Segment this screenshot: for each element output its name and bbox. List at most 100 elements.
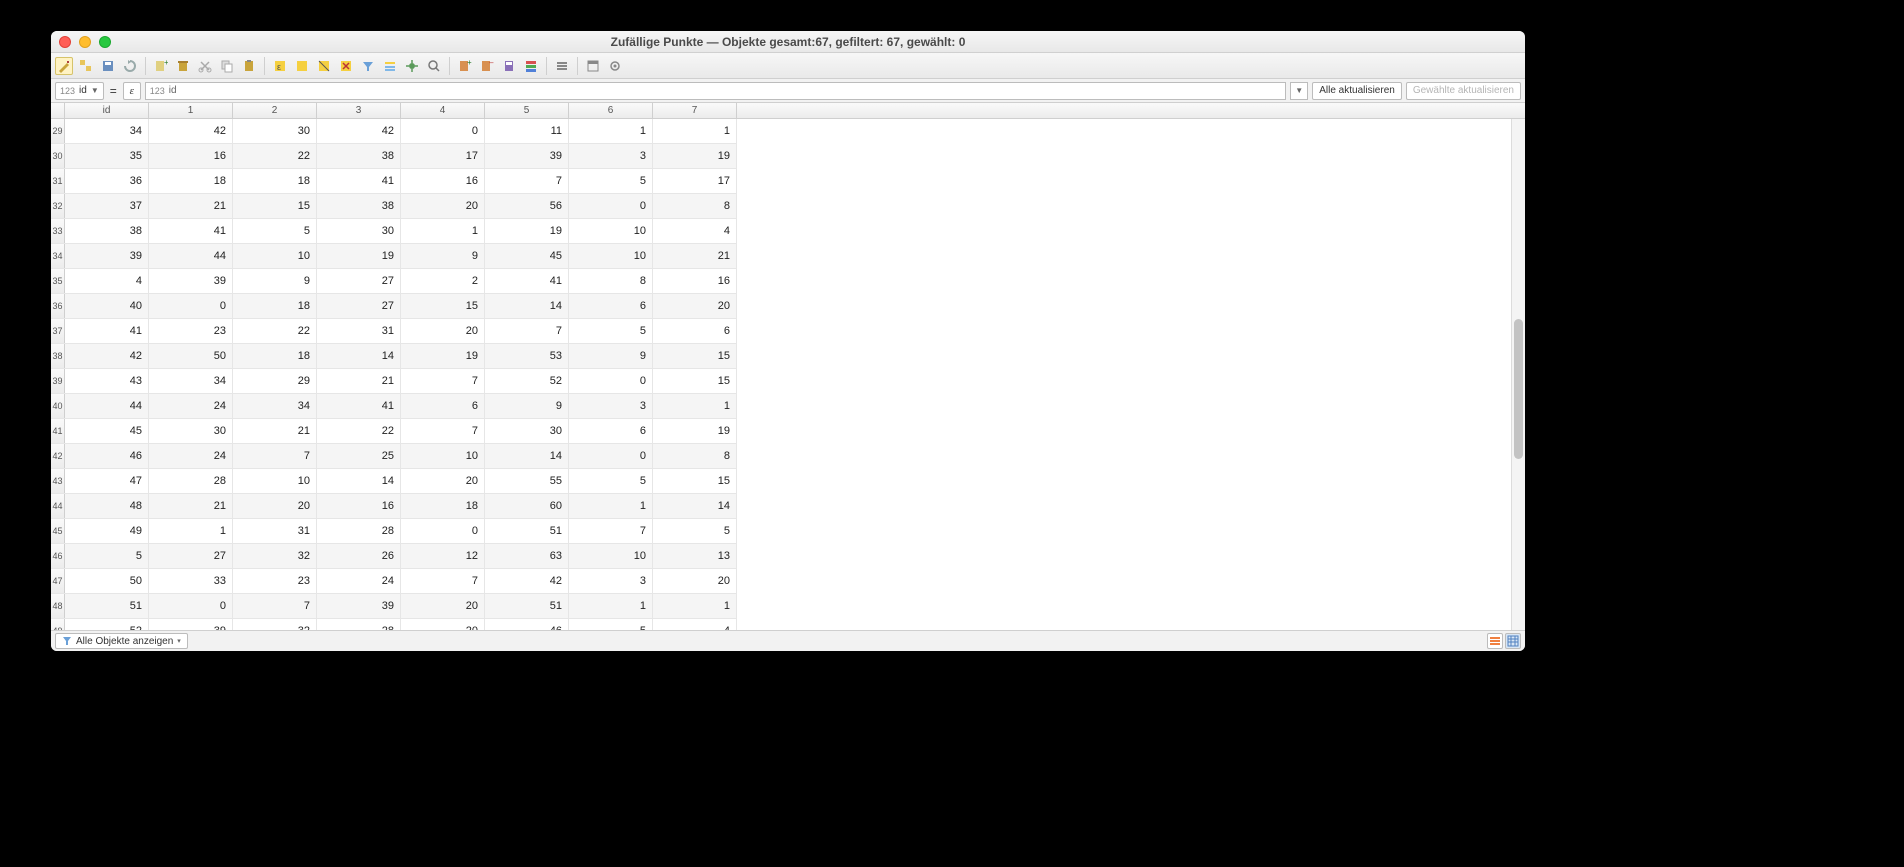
cell[interactable]: 5 xyxy=(569,619,653,630)
col-header[interactable]: 7 xyxy=(653,103,737,118)
cell[interactable]: 20 xyxy=(401,194,485,218)
cell[interactable]: 60 xyxy=(485,494,569,518)
row-header[interactable]: 45 xyxy=(51,519,65,543)
cell[interactable]: 19 xyxy=(401,344,485,368)
cell[interactable]: 30 xyxy=(233,119,317,143)
cell[interactable]: 14 xyxy=(485,294,569,318)
cell[interactable]: 30 xyxy=(485,419,569,443)
cell[interactable]: 1 xyxy=(401,219,485,243)
cell[interactable]: 46 xyxy=(485,619,569,630)
cell[interactable]: 18 xyxy=(233,294,317,318)
cell[interactable]: 39 xyxy=(65,244,149,268)
cell[interactable]: 47 xyxy=(65,469,149,493)
cell[interactable]: 21 xyxy=(233,419,317,443)
table-row[interactable]: 30351622381739319 xyxy=(51,144,737,169)
cell[interactable]: 8 xyxy=(569,269,653,293)
row-header[interactable]: 42 xyxy=(51,444,65,468)
cell[interactable]: 2 xyxy=(401,269,485,293)
cell[interactable]: 20 xyxy=(401,319,485,343)
cell[interactable]: 21 xyxy=(149,494,233,518)
cell[interactable]: 21 xyxy=(149,194,233,218)
cell[interactable]: 45 xyxy=(485,244,569,268)
cell[interactable]: 40 xyxy=(65,294,149,318)
cell[interactable]: 7 xyxy=(401,419,485,443)
cell[interactable]: 19 xyxy=(653,419,737,443)
table-view-toggle[interactable] xyxy=(1505,633,1521,649)
pan-to-button[interactable] xyxy=(403,57,421,75)
cell[interactable]: 42 xyxy=(65,344,149,368)
copy-button[interactable] xyxy=(218,57,236,75)
toggle-edit-button[interactable] xyxy=(55,57,73,75)
save-button[interactable] xyxy=(99,57,117,75)
cell[interactable]: 1 xyxy=(569,594,653,618)
col-header[interactable]: 4 xyxy=(401,103,485,118)
cell[interactable]: 19 xyxy=(653,144,737,168)
cell[interactable]: 35 xyxy=(65,144,149,168)
table-row[interactable]: 293442304201111 xyxy=(51,119,737,144)
col-header[interactable]: 1 xyxy=(149,103,233,118)
cell[interactable]: 51 xyxy=(485,594,569,618)
col-header[interactable]: 5 xyxy=(485,103,569,118)
cell[interactable]: 44 xyxy=(149,244,233,268)
reload-button[interactable] xyxy=(121,57,139,75)
select-all-button[interactable] xyxy=(293,57,311,75)
cell[interactable]: 55 xyxy=(485,469,569,493)
cell[interactable]: 10 xyxy=(401,444,485,468)
table-row[interactable]: 3136181841167517 xyxy=(51,169,737,194)
cell[interactable]: 52 xyxy=(485,369,569,393)
cell[interactable]: 30 xyxy=(317,219,401,243)
cell[interactable]: 20 xyxy=(653,569,737,593)
cell[interactable]: 3 xyxy=(569,569,653,593)
cell[interactable]: 32 xyxy=(233,544,317,568)
move-top-button[interactable] xyxy=(381,57,399,75)
cell[interactable]: 16 xyxy=(401,169,485,193)
cell[interactable]: 10 xyxy=(233,469,317,493)
cell[interactable]: 16 xyxy=(149,144,233,168)
cell[interactable]: 0 xyxy=(401,119,485,143)
row-header[interactable]: 47 xyxy=(51,569,65,593)
row-header[interactable]: 32 xyxy=(51,194,65,218)
cell[interactable]: 7 xyxy=(401,369,485,393)
cell[interactable]: 51 xyxy=(485,519,569,543)
table-row[interactable]: 40442434416931 xyxy=(51,394,737,419)
cell[interactable]: 21 xyxy=(653,244,737,268)
cell[interactable]: 30 xyxy=(149,419,233,443)
row-header[interactable]: 39 xyxy=(51,369,65,393)
form-view-toggle[interactable] xyxy=(1487,633,1503,649)
cell[interactable]: 6 xyxy=(569,294,653,318)
cell[interactable]: 18 xyxy=(149,169,233,193)
cell[interactable]: 27 xyxy=(149,544,233,568)
cell[interactable]: 20 xyxy=(233,494,317,518)
cell[interactable]: 14 xyxy=(485,444,569,468)
cell[interactable]: 52 xyxy=(65,619,149,630)
cell[interactable]: 14 xyxy=(317,344,401,368)
conditional-format-button[interactable] xyxy=(522,57,540,75)
cell[interactable]: 34 xyxy=(233,394,317,418)
cell[interactable]: 8 xyxy=(653,444,737,468)
cell[interactable]: 5 xyxy=(569,319,653,343)
table-row[interactable]: 4145302122730619 xyxy=(51,419,737,444)
table-row[interactable]: 35439927241816 xyxy=(51,269,737,294)
filter-mode-button[interactable]: Alle Objekte anzeigen ▾ xyxy=(55,633,188,649)
cell[interactable]: 63 xyxy=(485,544,569,568)
cell[interactable]: 39 xyxy=(149,619,233,630)
cell[interactable]: 8 xyxy=(653,194,737,218)
cell[interactable]: 11 xyxy=(485,119,569,143)
cell[interactable]: 31 xyxy=(317,319,401,343)
cell[interactable]: 4 xyxy=(653,219,737,243)
cell[interactable]: 41 xyxy=(149,219,233,243)
cell[interactable]: 34 xyxy=(149,369,233,393)
new-field-button[interactable]: + xyxy=(456,57,474,75)
cell[interactable]: 28 xyxy=(149,469,233,493)
row-header[interactable]: 34 xyxy=(51,244,65,268)
cell[interactable]: 4 xyxy=(65,269,149,293)
zoom-to-button[interactable] xyxy=(425,57,443,75)
cell[interactable]: 0 xyxy=(149,294,233,318)
cell[interactable]: 18 xyxy=(233,169,317,193)
cell[interactable]: 38 xyxy=(317,144,401,168)
cell[interactable]: 42 xyxy=(149,119,233,143)
cell[interactable]: 20 xyxy=(401,469,485,493)
cell[interactable]: 34 xyxy=(65,119,149,143)
row-header[interactable]: 44 xyxy=(51,494,65,518)
row-header[interactable]: 40 xyxy=(51,394,65,418)
